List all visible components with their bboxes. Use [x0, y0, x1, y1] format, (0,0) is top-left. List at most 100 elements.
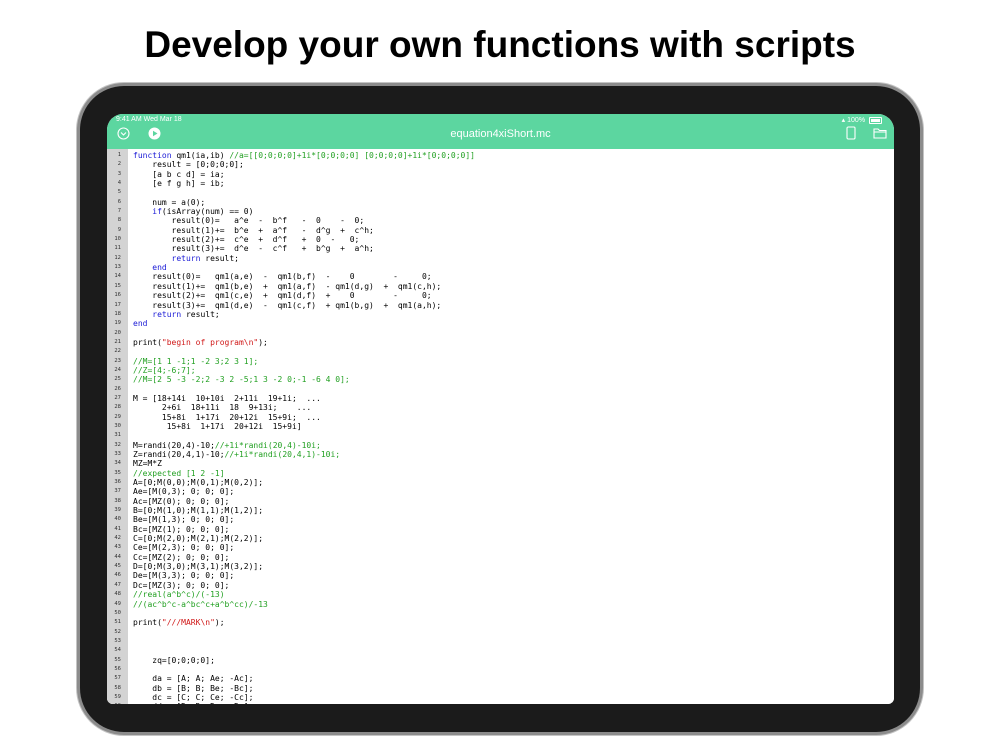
code-line[interactable]: 11 result(3)+= d^e - c^f + b^g + a^h;	[107, 244, 894, 253]
code-text: Ae=[M(0,3); 0; 0; 0];	[133, 487, 234, 496]
code-text: dd = [D; D; De; -Dc];	[133, 702, 253, 704]
code-line[interactable]: 32 M=randi(20,4)-10;//+1i*randi(20,4)-10i…	[107, 441, 894, 450]
code-line[interactable]: 23 //M=[1 1 -1;1 -2 3;2 3 1];	[107, 357, 894, 366]
code-line[interactable]: 16 result(2)+= qm1(c,e) + qm1(d,f) + 0 -…	[107, 291, 894, 300]
code-line[interactable]: 24 //Z=[4;-6;7];	[107, 366, 894, 375]
code-line[interactable]: 1 function qm1(ia,ib) //a=[[0;0;0;0]+1i*[…	[107, 151, 894, 160]
code-line[interactable]: 35 //expected [1 2 -1]	[107, 469, 894, 478]
code-line[interactable]: 43 Ce=[M(2,3); 0; 0; 0];	[107, 543, 894, 552]
code-line[interactable]: 42 C=[0;M(2,0);M(2,1);M(2,2)];	[107, 534, 894, 543]
code-line[interactable]: 54	[107, 646, 894, 655]
code-text: dd = [D; D; De; -Dc];	[133, 702, 253, 704]
code-line[interactable]: 21 print("begin of program\n");	[107, 338, 894, 347]
code-line[interactable]: 50	[107, 609, 894, 618]
line-number: 6	[117, 198, 121, 205]
code-line[interactable]: 52	[107, 628, 894, 637]
line-number: 36	[114, 479, 121, 486]
code-text: result(3)+= qm1(d,e) - qm1(c,f) + qm1(b,…	[133, 300, 442, 310]
file-title: equation4xiShort.mc	[450, 128, 551, 140]
line-number: 2	[117, 161, 121, 168]
code-line[interactable]: 33 Z=randi(20,4,1)-10;//+1i*randi(20,4,1)…	[107, 450, 894, 459]
code-text: da = [A; A; Ae; -Ac];	[133, 674, 253, 683]
code-line[interactable]: 29 15+8i 1+17i 20+12i 15+9i; ...	[107, 413, 894, 422]
code-line[interactable]: 49 //(ac^b^c-a^bc^c+a^b^cc)/-13	[107, 600, 894, 609]
code-line[interactable]: 60 dd = [D; D; De; -Dc];	[107, 702, 894, 704]
code-line[interactable]: 8 result(0)= a^e - b^f - 0 - 0;	[107, 216, 894, 225]
code-comment: //M=[2 5 -3 -2;2 -3 2 -5;1 3 -2 0;-1 -6 …	[133, 375, 350, 385]
line-number: 52	[114, 628, 121, 635]
code-text: Be=[M(1,3); 0; 0; 0];	[133, 515, 234, 524]
code-keyword: return	[152, 309, 182, 319]
code-line[interactable]: 44 Cc=[MZ(2); 0; 0; 0];	[107, 553, 894, 562]
line-number: 53	[114, 637, 121, 644]
code-line[interactable]: 51 print("///MARK\n");	[107, 618, 894, 627]
code-line[interactable]: 3 [a b c d] = ia;	[107, 170, 894, 179]
code-text: B=[0;M(1,0);M(1,1);M(1,2)];	[133, 506, 263, 515]
code-comment: //+1i*randi(20,4,1)-10i;	[224, 450, 341, 459]
code-line[interactable]: 57 da = [A; A; Ae; -Ac];	[107, 674, 894, 683]
line-number: 12	[114, 254, 121, 261]
code-line[interactable]: 45 D=[0;M(3,0);M(3,1);M(3,2)];	[107, 562, 894, 571]
code-text: result(2)+= c^e + d^f + 0 - 0;	[133, 235, 360, 245]
code-text: result(0)= qm1(a,e) - qm1(b,f) - 0 - 0;	[133, 272, 431, 281]
code-line[interactable]: 25 //M=[2 5 -3 -2;2 -3 2 -5;1 3 -2 0;-1 -…	[107, 375, 894, 384]
code-line[interactable]: 30 15+8i 1+17i 20+12i 15+9i]	[107, 422, 894, 431]
code-line[interactable]: 31	[107, 431, 894, 440]
code-text: Dc=[MZ(3); 0; 0; 0];	[133, 581, 229, 590]
code-line[interactable]: 58 db = [B; B; Be; -Bc];	[107, 684, 894, 693]
code-text: [a b c d] = ia;	[133, 169, 225, 179]
line-number: 9	[117, 226, 121, 233]
code-line[interactable]: 41 Bc=[MZ(1); 0; 0; 0];	[107, 525, 894, 534]
code-line[interactable]: 14 result(0)= qm1(a,e) - qm1(b,f) - 0 - …	[107, 272, 894, 281]
code-text: De=[M(3,3); 0; 0; 0];	[133, 571, 234, 580]
code-line[interactable]: 20	[107, 329, 894, 338]
code-text: M = [18+14i 10+10i 2+11i 19+1i; ...	[133, 393, 321, 403]
code-line[interactable]: 15 result(1)+= qm1(b,e) + qm1(a,f) - qm1…	[107, 282, 894, 291]
code-line[interactable]: 18 return result;	[107, 310, 894, 319]
code-line[interactable]: 6 num = a(0);	[107, 198, 894, 207]
code-text: Ac=[MZ(0); 0; 0; 0];	[133, 497, 229, 506]
line-number: 60	[107, 702, 121, 704]
code-line[interactable]: 34 MZ=M*Z	[107, 459, 894, 468]
code-line[interactable]: 40 Be=[M(1,3); 0; 0; 0];	[107, 515, 894, 524]
code-line[interactable]: 13 end	[107, 263, 894, 272]
code-line[interactable]: 5	[107, 188, 894, 197]
code-line[interactable]: 38 Ac=[MZ(0); 0; 0; 0];	[107, 497, 894, 506]
code-line[interactable]: 7 if(isArray(num) == 0)	[107, 207, 894, 216]
status-time: 9:41 AM Wed Mar 18	[116, 116, 182, 123]
code-line[interactable]: 22	[107, 347, 894, 356]
code-line[interactable]: 12 return result;	[107, 254, 894, 263]
code-line[interactable]: 55 zq=[0;0;0;0];	[107, 656, 894, 665]
code-line[interactable]: 4 [e f g h] = ib;	[107, 179, 894, 188]
line-number: 23	[114, 357, 121, 364]
code-editor[interactable]: 1 function qm1(ia,ib) //a=[[0;0;0;0]+1i*[…	[107, 149, 894, 704]
code-line[interactable]: 26	[107, 385, 894, 394]
code-line[interactable]: 36 A=[0;M(0,0);M(0,1);M(0,2)];	[107, 478, 894, 487]
code-line[interactable]: 9 result(1)+= b^e + a^f - d^g + c^h;	[107, 226, 894, 235]
code-line[interactable]: 59 dc = [C; C; Ce; -Cc];	[107, 693, 894, 702]
code-line[interactable]: 28 2+6i 18+11i 18 9+13i; ...	[107, 403, 894, 412]
code-line[interactable]: 2 result = [0;0;0;0];	[107, 160, 894, 169]
code-line[interactable]: 10 result(2)+= c^e + d^f + 0 - 0;	[107, 235, 894, 244]
code-line[interactable]: 19 end	[107, 319, 894, 328]
code-line[interactable]: 46 De=[M(3,3); 0; 0; 0];	[107, 571, 894, 580]
line-number: 30	[114, 422, 121, 429]
code-text: 15+8i 1+17i 20+12i 15+9i; ...	[133, 412, 321, 422]
folder-icon[interactable]	[873, 126, 887, 140]
code-line[interactable]: 37 Ae=[M(0,3); 0; 0; 0];	[107, 487, 894, 496]
code-line[interactable]: 39 B=[0;M(1,0);M(1,1);M(1,2)];	[107, 506, 894, 515]
code-text: //(ac^b^c-a^bc^c+a^b^cc)/-13	[133, 600, 268, 609]
code-line[interactable]: 56	[107, 665, 894, 674]
line-number: 7	[117, 208, 121, 215]
line-number: 10	[114, 236, 121, 243]
code-line[interactable]: 27 M = [18+14i 10+10i 2+11i 19+1i; ...	[107, 394, 894, 403]
tablet-icon[interactable]	[844, 126, 858, 140]
code-line[interactable]: 48 //real(a^b^c)/(-13)	[107, 590, 894, 599]
code-comment: //+1i*randi(20,4)-10i;	[214, 440, 321, 450]
code-line[interactable]: 47 Dc=[MZ(3); 0; 0; 0];	[107, 581, 894, 590]
code-line[interactable]: 17 result(3)+= qm1(d,e) - qm1(c,f) + qm1…	[107, 301, 894, 310]
code-line[interactable]: 53	[107, 637, 894, 646]
app-toolbar: 9:41 AM Wed Mar 18 ▴ 100% equation4xiSho…	[107, 114, 894, 149]
code-text: [a b c d] = ia;	[133, 169, 225, 179]
